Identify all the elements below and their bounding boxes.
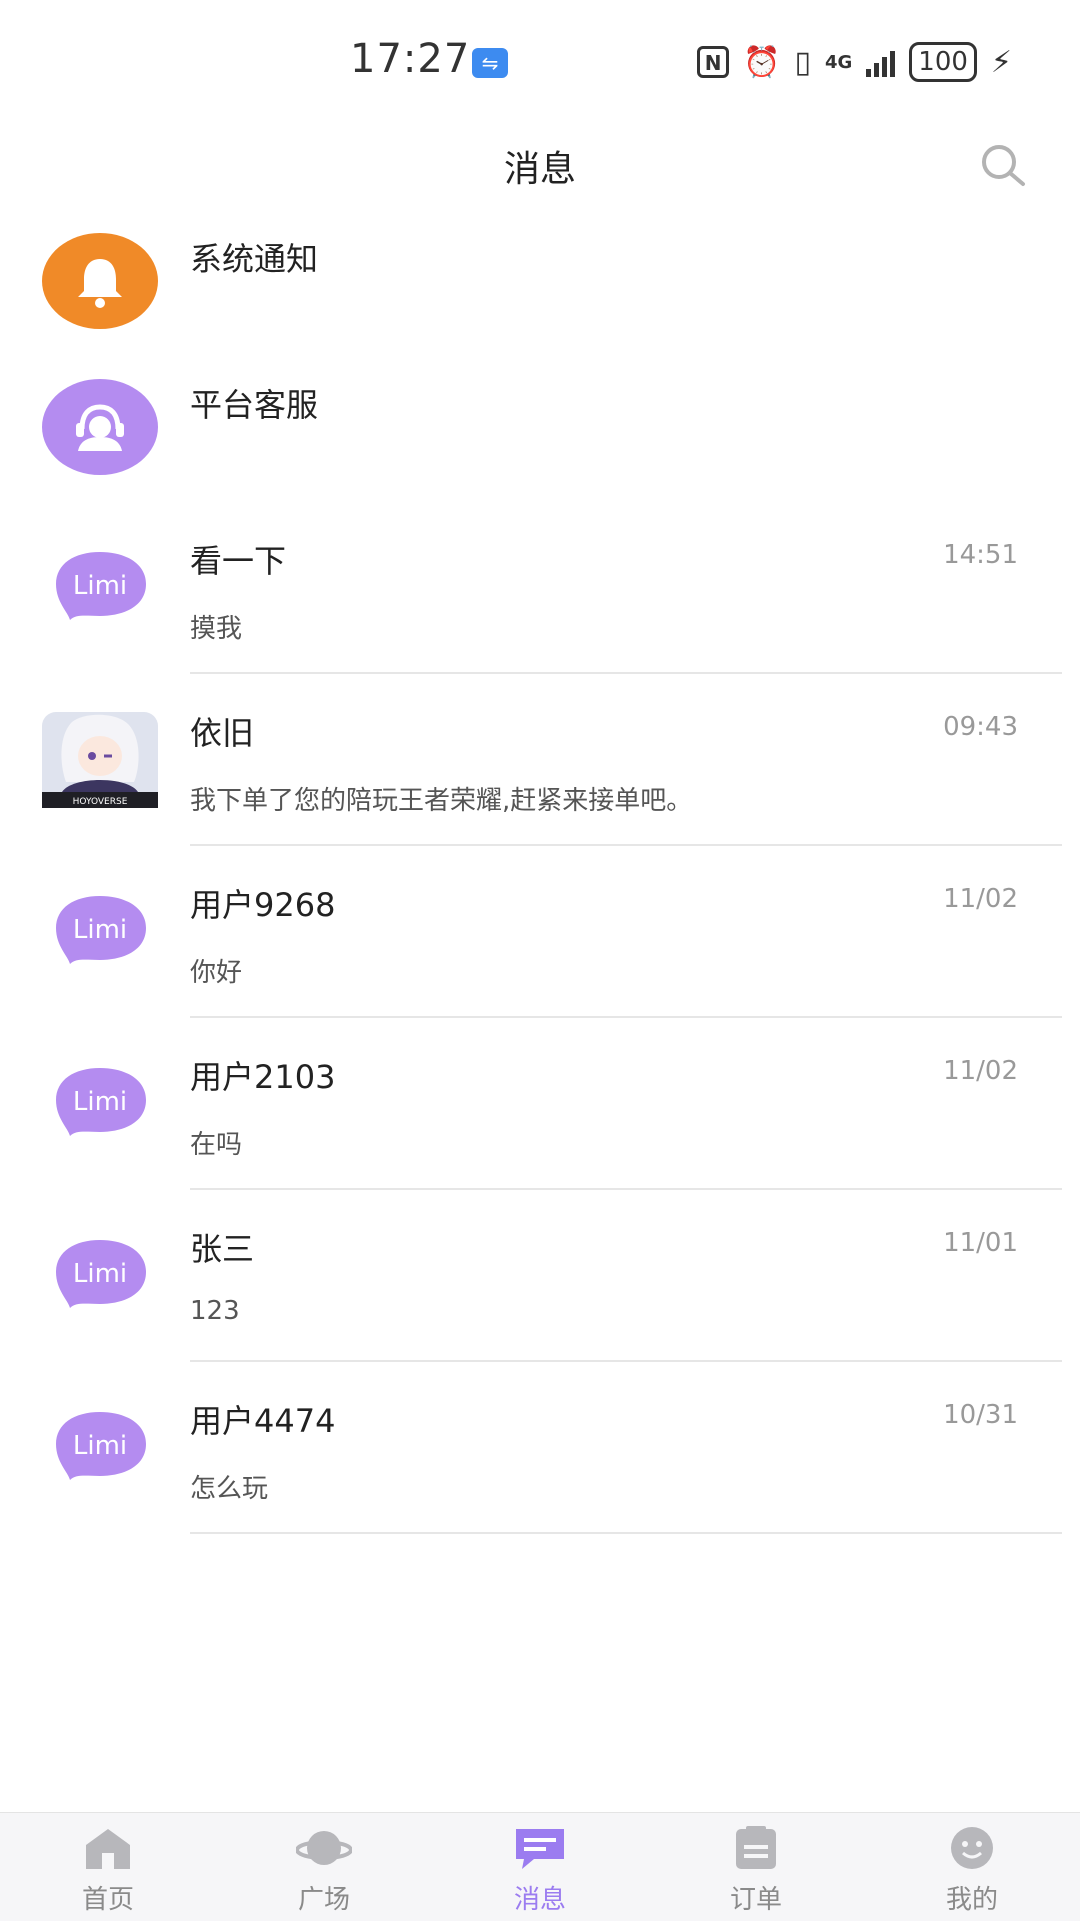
conversation-preview: 怎么玩 <box>190 1474 269 1504</box>
conversation-item[interactable]: Limi 看一下 14:51 摸我 <box>0 502 1080 674</box>
conversation-name: 用户4474 <box>190 1402 336 1440</box>
usb-icon: ⇋ <box>472 48 508 78</box>
message-list: 系统通知 平台客服 Limi 看一下 14:51 摸我 HOYOVERSE 依旧… <box>0 210 1080 1534</box>
alarm-icon: ⏰ <box>743 44 781 80</box>
conversation-name: 用户2103 <box>190 1058 336 1096</box>
conversation-item[interactable]: Limi 用户4474 10/31 怎么玩 <box>0 1362 1080 1534</box>
nfc-icon: N <box>697 46 730 78</box>
divider <box>190 1532 1062 1534</box>
system-notification-item[interactable]: 系统通知 <box>0 210 1080 356</box>
conversation-time: 09:43 <box>943 712 1018 742</box>
tab-home[interactable]: 首页 <box>0 1813 216 1921</box>
page-title: 消息 <box>503 149 576 190</box>
tab-orders[interactable]: 订单 <box>648 1813 864 1921</box>
tab-square[interactable]: 广场 <box>216 1813 432 1921</box>
customer-service-icon <box>42 379 158 475</box>
limi-logo-avatar: Limi <box>56 896 146 964</box>
limi-logo-text: Limi <box>73 1259 127 1289</box>
conversation-time: 14:51 <box>943 540 1018 570</box>
anime-avatar: HOYOVERSE <box>42 712 158 808</box>
conversation-preview: 你好 <box>190 958 243 988</box>
item-name: 平台客服 <box>190 386 319 424</box>
limi-logo-avatar: Limi <box>56 1068 146 1136</box>
conversation-name: 依旧 <box>190 714 255 752</box>
profile-icon <box>951 1827 993 1869</box>
home-icon <box>86 1829 130 1869</box>
vibrate-icon: ▯ <box>794 44 811 80</box>
limi-logo-avatar: Limi <box>56 1412 146 1480</box>
bottom-tab-bar: 首页 广场 消息 订单 我的 <box>0 1812 1080 1921</box>
planet-icon <box>296 1831 352 1865</box>
system-icons: N ⏰ ▯ 4G 100 ⚡ <box>697 42 1012 82</box>
conversation-time: 10/31 <box>943 1400 1018 1430</box>
status-time: 17:27 <box>350 36 471 82</box>
conversation-item[interactable]: Limi 用户9268 11/02 你好 <box>0 846 1080 1018</box>
limi-logo-text: Limi <box>73 571 127 601</box>
customer-service-item[interactable]: 平台客服 <box>0 356 1080 502</box>
limi-logo-text: Limi <box>73 1431 127 1461</box>
limi-logo-text: Limi <box>73 1087 127 1117</box>
item-name: 系统通知 <box>190 240 319 278</box>
network-type: 4G <box>824 51 853 73</box>
avatar-caption: HOYOVERSE <box>73 797 128 807</box>
tab-messages[interactable]: 消息 <box>432 1813 648 1921</box>
conversation-preview: 在吗 <box>190 1130 243 1160</box>
conversation-item[interactable]: Limi 用户2103 11/02 在吗 <box>0 1018 1080 1190</box>
order-icon <box>736 1826 776 1869</box>
tab-profile[interactable]: 我的 <box>864 1813 1080 1921</box>
status-bar: 17:27 ⇋ N ⏰ ▯ 4G 100 ⚡ <box>0 0 1080 120</box>
conversation-name: 张三 <box>190 1230 255 1268</box>
limi-logo-text: Limi <box>73 915 127 945</box>
limi-logo-avatar: Limi <box>56 552 146 620</box>
signal-icon <box>866 47 896 77</box>
charging-icon: ⚡ <box>990 44 1012 80</box>
limi-logo-avatar: Limi <box>56 1240 146 1308</box>
conversation-preview: 摸我 <box>190 614 243 644</box>
conversation-name: 用户9268 <box>190 886 336 924</box>
conversation-preview: 我下单了您的陪玩王者荣耀,赶紧来接单吧。 <box>190 786 693 816</box>
message-icon <box>516 1829 564 1869</box>
search-icon[interactable] <box>975 138 1031 194</box>
conversation-preview: 123 <box>190 1296 240 1326</box>
conversation-item[interactable]: Limi 张三 11/01 123 <box>0 1190 1080 1362</box>
battery-icon: 100 <box>909 42 977 82</box>
conversation-time: 11/02 <box>943 884 1018 914</box>
page-header: 消息 <box>0 120 1080 210</box>
conversation-name: 看一下 <box>190 542 287 580</box>
conversation-time: 11/02 <box>943 1056 1018 1086</box>
conversation-item[interactable]: HOYOVERSE 依旧 09:43 我下单了您的陪玩王者荣耀,赶紧来接单吧。 <box>0 674 1080 846</box>
conversation-time: 11/01 <box>943 1228 1018 1258</box>
bell-icon <box>42 233 158 329</box>
